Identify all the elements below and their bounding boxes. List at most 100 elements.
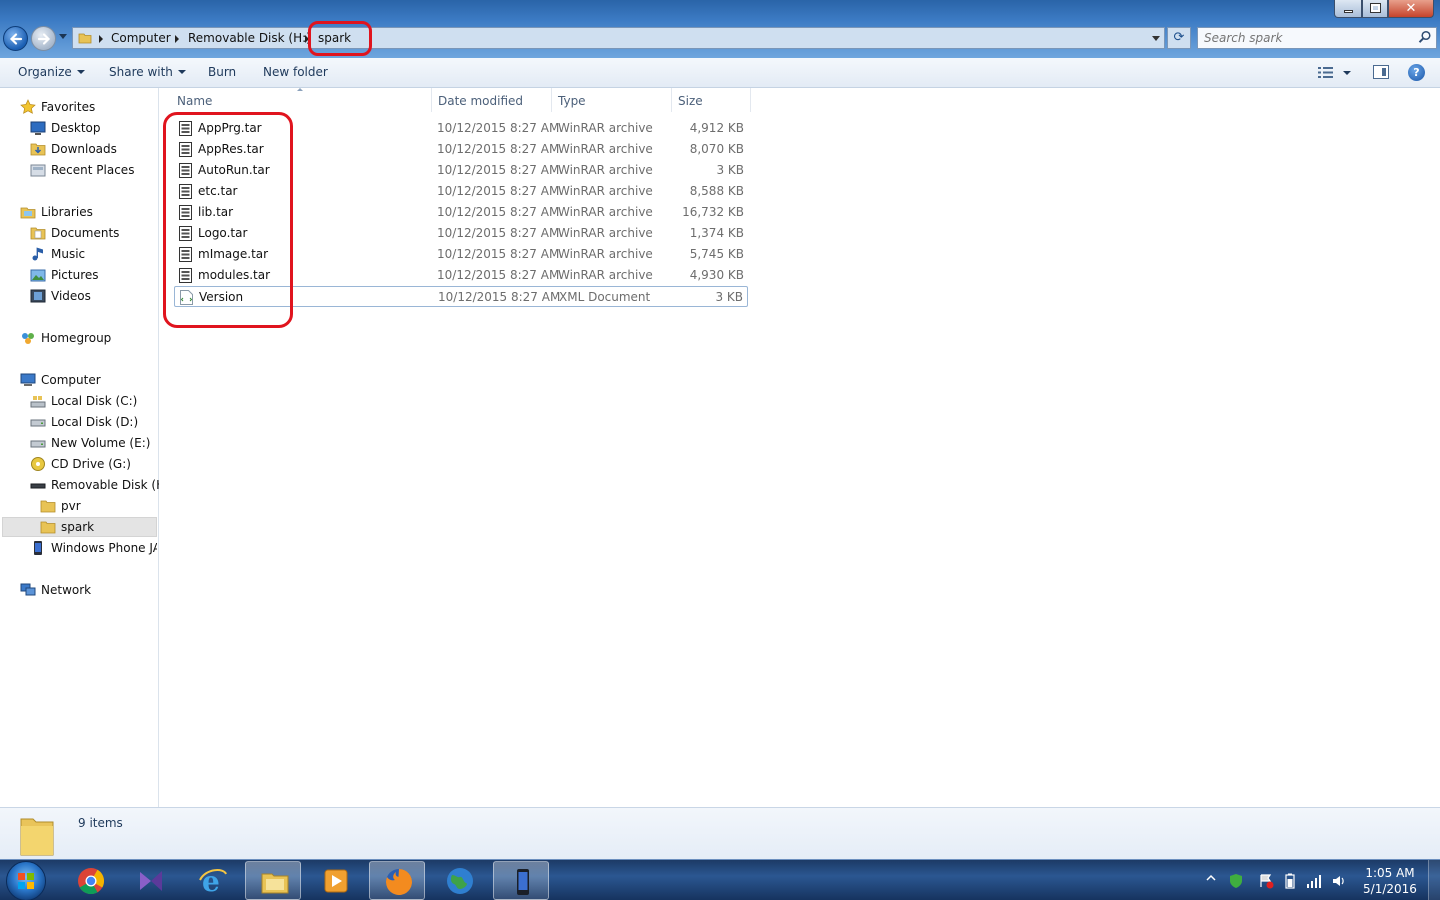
taskbar-visual-studio[interactable] [122,861,178,900]
column-divider[interactable] [671,88,672,112]
start-button[interactable] [6,861,46,900]
nav-item-removable-disk-h[interactable]: Removable Disk (H:) [30,475,159,495]
show-desktop-button[interactable] [1428,860,1440,900]
column-header-date-modified[interactable]: Date modified [438,94,523,108]
homegroup-icon [22,333,34,344]
tray-security-icon[interactable] [1228,873,1244,889]
nav-item-recent-places[interactable]: Recent Places [30,160,155,180]
minimize-button[interactable] [1334,0,1362,18]
taskbar-internet-explorer[interactable]: e [184,861,240,900]
nav-item-new-volume-e[interactable]: New Volume (E:) [30,433,155,453]
new-folder-button[interactable]: New folder [263,65,328,79]
nav-item-computer[interactable]: Computer [20,370,150,390]
nav-label: Network [41,583,92,597]
file-size: 8,588 KB [689,184,744,198]
system-clock[interactable]: 1:05 AM 5/1/2016 [1360,865,1420,897]
search-input[interactable] [1204,30,1409,46]
nav-item-cd-drive-g[interactable]: CD Drive (G:) [30,454,155,474]
search-box[interactable] [1197,27,1437,49]
preview-pane-button[interactable] [1373,65,1389,79]
breadcrumb-removable-disk[interactable]: Removable Disk (H:) [188,31,311,45]
burn-button[interactable]: Burn [208,65,236,79]
taskbar-media-player[interactable] [307,861,363,900]
file-row[interactable]: AppPrg.tar 10/12/2015 8:27 AM WinRAR archi… [174,118,748,139]
file-row[interactable]: AutoRun.tar 10/12/2015 8:27 AM WinRAR arch… [174,160,748,181]
tray-volume-icon[interactable] [1331,873,1347,889]
refresh-button[interactable]: ⟳ [1167,27,1191,49]
breadcrumb-separator[interactable] [99,35,103,43]
nav-item-spark[interactable]: spark [40,517,155,537]
column-header-size[interactable]: Size [678,94,703,108]
address-history-dropdown[interactable] [1152,36,1160,41]
nav-item-pvr[interactable]: pvr [40,496,155,516]
tray-signal-icon[interactable] [1306,873,1322,889]
taskbar-globe-app[interactable] [431,861,487,900]
nav-item-network[interactable]: Network [20,580,150,600]
file-row[interactable]: modules.tar 10/12/2015 8:27 AM WinRAR arch… [174,265,748,286]
tray-battery-icon[interactable] [1284,873,1296,889]
help-button[interactable]: ? [1408,64,1425,81]
breadcrumb-computer[interactable]: Computer [111,31,171,45]
file-name: mImage.tar [198,247,269,261]
tray-show-hidden-icon[interactable] [1206,873,1216,883]
file-name: Version [199,290,244,304]
archive-file-icon [179,121,192,136]
recent-pages-dropdown[interactable] [59,34,67,39]
nav-item-local-disk-d[interactable]: Local Disk (D:) [30,412,155,432]
nav-item-videos[interactable]: Videos [30,286,155,306]
breadcrumb-spark[interactable]: spark [318,31,351,45]
nav-item-documents[interactable]: Documents [30,223,155,243]
file-row[interactable]: Logo.tar 10/12/2015 8:27 AM WinRAR archive… [174,223,748,244]
column-divider[interactable] [750,88,751,112]
file-row[interactable]: lib.tar 10/12/2015 8:27 AM WinRAR archive 1… [174,202,748,223]
file-type: WinRAR archive [558,205,653,219]
nav-item-homegroup[interactable]: Homegroup [20,328,150,348]
organize-menu[interactable]: Organize [18,65,85,79]
column-header-type[interactable]: Type [558,94,586,108]
view-options-icon[interactable] [1318,66,1334,79]
share-with-menu[interactable]: Share with [109,65,186,79]
organize-label: Organize [18,65,72,79]
file-row[interactable]: mImage.tar 10/12/2015 8:27 AM WinRAR archi… [174,244,748,265]
address-bar[interactable]: Computer Removable Disk (H:) spark [72,27,1165,49]
file-date-modified: 10/12/2015 8:27 AM [437,226,560,240]
nav-item-libraries[interactable]: Libraries [20,202,150,222]
column-divider[interactable] [551,88,552,112]
taskbar-firefox[interactable] [369,861,425,900]
maximize-button[interactable] [1362,0,1388,18]
chevron-down-icon [76,70,85,74]
breadcrumb-separator[interactable] [175,35,179,43]
taskbar: e 1:05 AM 5/1/2016 [0,859,1440,900]
file-row[interactable]: AppRes.tar 10/12/2015 8:27 AM WinRAR archi… [174,139,748,160]
back-button[interactable] [3,26,28,51]
navigation-pane: Favorites Desktop Downloads Recent Place… [0,88,159,807]
nav-item-music[interactable]: Music [30,244,155,264]
media-player-icon [324,869,348,893]
taskbar-chrome[interactable] [62,861,118,900]
taskbar-phone-app[interactable] [493,861,549,900]
breadcrumb-separator[interactable] [305,35,309,43]
nav-item-favorites[interactable]: Favorites [20,97,150,117]
nav-item-local-disk-c[interactable]: Local Disk (C:) [30,391,155,411]
column-divider[interactable] [431,88,432,112]
nav-label: spark [61,520,95,534]
file-row[interactable]: etc.tar 10/12/2015 8:27 AM WinRAR archive 8… [174,181,748,202]
file-type: XML Document [559,290,651,304]
visual-studio-icon [140,871,162,891]
nav-item-pictures[interactable]: Pictures [30,265,155,285]
pictures-icon [30,269,46,282]
recent-places-icon [30,164,46,177]
view-options-dropdown[interactable] [1343,71,1351,75]
nav-item-desktop[interactable]: Desktop [30,118,155,138]
phone-icon [517,869,529,895]
column-header-name[interactable]: Name [177,94,212,108]
tray-action-center-icon[interactable] [1258,873,1274,889]
file-row[interactable]: Version 10/12/2015 8:27 AM XML Document 3 K… [174,286,748,307]
taskbar-windows-explorer[interactable] [245,861,301,900]
nav-item-windows-phone[interactable]: Windows Phone JAH [30,538,157,558]
nav-item-downloads[interactable]: Downloads [30,139,155,159]
close-button[interactable]: ✕ [1388,0,1434,18]
forward-button[interactable] [31,26,56,51]
folder-icon [78,33,92,44]
file-date-modified: 10/12/2015 8:27 AM [438,290,561,304]
